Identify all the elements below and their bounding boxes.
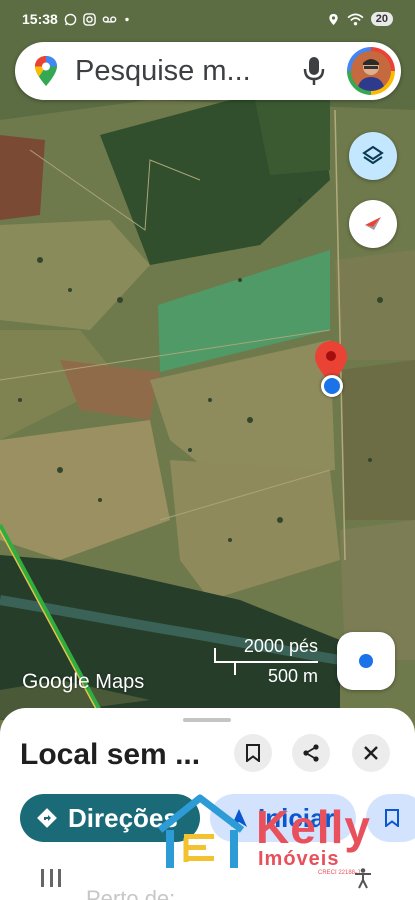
my-location-icon bbox=[359, 654, 373, 668]
status-time: 15:38 bbox=[22, 11, 58, 27]
search-bar[interactable]: Pesquise m... bbox=[15, 42, 401, 100]
battery-indicator: 20 bbox=[370, 12, 393, 26]
search-input[interactable]: Pesquise m... bbox=[75, 55, 301, 88]
watermark-google: Google bbox=[22, 670, 90, 693]
recents-button[interactable] bbox=[41, 869, 62, 887]
share-button[interactable] bbox=[292, 734, 330, 772]
drag-handle[interactable] bbox=[183, 718, 231, 722]
scale-tick bbox=[214, 648, 216, 662]
mic-icon[interactable] bbox=[301, 56, 327, 86]
map-scale: 2000 pés 500 m bbox=[214, 636, 318, 690]
current-location-dot bbox=[321, 375, 343, 397]
my-location-button[interactable] bbox=[337, 632, 395, 690]
place-title: Local sem ... bbox=[20, 738, 201, 771]
dot-icon bbox=[125, 17, 129, 21]
scale-line bbox=[214, 661, 318, 663]
whatsapp-icon bbox=[64, 13, 77, 25]
system-navigation-bar bbox=[0, 856, 415, 900]
compass-icon bbox=[365, 217, 381, 230]
layers-button[interactable] bbox=[349, 132, 397, 180]
wifi-icon bbox=[347, 13, 364, 25]
voicemail-icon bbox=[102, 15, 117, 23]
accessibility-icon[interactable] bbox=[352, 867, 374, 889]
save-button[interactable] bbox=[234, 734, 272, 772]
share-icon bbox=[303, 744, 319, 762]
scale-meters: 500 m bbox=[267, 666, 318, 686]
location-icon bbox=[329, 13, 338, 25]
avatar[interactable] bbox=[347, 47, 395, 95]
scale-tick bbox=[234, 661, 236, 675]
google-maps-watermark: Google Maps bbox=[22, 670, 144, 694]
watermark-maps: Maps bbox=[95, 671, 145, 693]
layers-icon bbox=[362, 145, 384, 165]
bookmark-icon bbox=[246, 744, 260, 762]
compass-button[interactable] bbox=[349, 200, 397, 248]
logo-brand: Kelly bbox=[256, 801, 371, 853]
close-button[interactable] bbox=[352, 734, 390, 772]
status-bar: 15:38 20 bbox=[0, 0, 415, 38]
directions-icon bbox=[37, 808, 57, 828]
maps-pin-icon bbox=[35, 56, 57, 86]
close-icon bbox=[364, 746, 378, 760]
instagram-icon bbox=[83, 12, 96, 26]
avatar-photo bbox=[351, 51, 391, 91]
scale-feet: 2000 pés bbox=[243, 636, 318, 656]
